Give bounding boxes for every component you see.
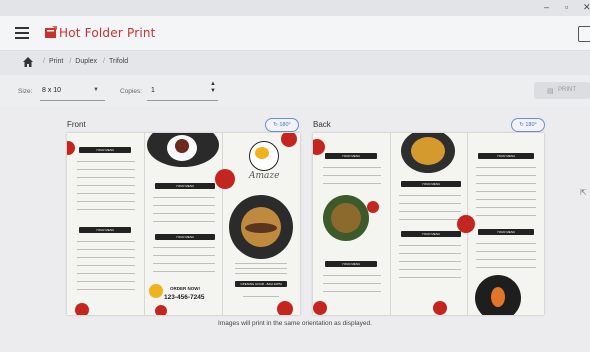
front-menu-heading-1: YOUR MENU bbox=[79, 147, 131, 153]
tomato-image bbox=[215, 169, 235, 189]
maximize-button[interactable]: ▫ bbox=[565, 2, 568, 12]
script-title: Amaze bbox=[249, 171, 280, 181]
options-row bbox=[0, 76, 590, 106]
front-title: Front bbox=[67, 120, 86, 129]
back-menu-heading-3: YOUR MENU bbox=[401, 181, 461, 187]
size-label: Size: bbox=[18, 88, 33, 95]
rotate-front-button[interactable]: ↻ 180° bbox=[265, 118, 299, 132]
back-menu-heading-2: YOUR MENU bbox=[325, 261, 377, 267]
back-sheet-preview: YOUR MENU YOUR MENU YOUR MENU YOUR MENU … bbox=[313, 133, 544, 315]
orientation-note: Images will print in the same orientatio… bbox=[218, 320, 372, 327]
menu-icon[interactable] bbox=[15, 27, 29, 39]
copies-input[interactable]: 1 bbox=[151, 87, 155, 94]
mouse-cursor-icon: ⇱ bbox=[580, 188, 587, 197]
close-button[interactable]: ✕ bbox=[583, 2, 590, 13]
chevron-down-icon[interactable]: ▼ bbox=[93, 87, 99, 93]
app-window: – ▫ ✕ Hot Folder Print / Print / Duplex / T… bbox=[0, 0, 590, 352]
app-logo-icon bbox=[45, 26, 57, 38]
print-button[interactable]: ▤ PRINT bbox=[534, 82, 590, 99]
window-titlebar: – ▫ ✕ bbox=[0, 0, 590, 16]
copies-label: Copies: bbox=[120, 88, 143, 95]
minimize-button[interactable]: – bbox=[544, 2, 549, 12]
home-icon[interactable] bbox=[22, 56, 34, 68]
copies-stepper-icon[interactable]: ▲ ▼ bbox=[210, 81, 216, 95]
back-menu-heading-6: YOUR MENU bbox=[478, 229, 534, 235]
size-select[interactable]: 8 x 10 bbox=[42, 87, 61, 94]
opening-hours: OPENING HOUR - 8AM-10PM bbox=[235, 281, 287, 287]
front-sheet-preview: YOUR MENU YOUR MENU YOUR MENU YOUR MENU … bbox=[67, 133, 300, 315]
back-menu-heading-4: YOUR MENU bbox=[401, 231, 461, 237]
front-menu-heading-3: YOUR MENU bbox=[155, 183, 215, 189]
breadcrumb-trifold: Trifold bbox=[108, 58, 129, 65]
app-name: Hot Folder Print bbox=[59, 26, 156, 40]
back-menu-heading-1: YOUR MENU bbox=[325, 153, 377, 159]
folder-button[interactable] bbox=[578, 26, 590, 42]
front-menu-heading-2: YOUR MENU bbox=[79, 227, 131, 233]
breadcrumb-print[interactable]: Print bbox=[49, 58, 63, 65]
front-menu-heading-4: YOUR MENU bbox=[155, 234, 215, 240]
back-title: Back bbox=[313, 120, 331, 129]
back-menu-heading-5: YOUR MENU bbox=[478, 153, 534, 159]
breadcrumb: / Print / Duplex / Trifold bbox=[43, 58, 129, 65]
chef-hat-icon bbox=[149, 284, 163, 298]
breadcrumb-duplex[interactable]: Duplex bbox=[75, 58, 97, 65]
printer-icon: ▤ bbox=[547, 88, 554, 95]
tomato-image bbox=[67, 141, 75, 155]
rotate-back-button[interactable]: ↻ 180° bbox=[511, 118, 545, 132]
order-now-text: ORDER NOW! bbox=[170, 286, 200, 291]
app-bar: Hot Folder Print bbox=[0, 16, 590, 51]
phone-number: 123-456-7245 bbox=[164, 294, 205, 301]
